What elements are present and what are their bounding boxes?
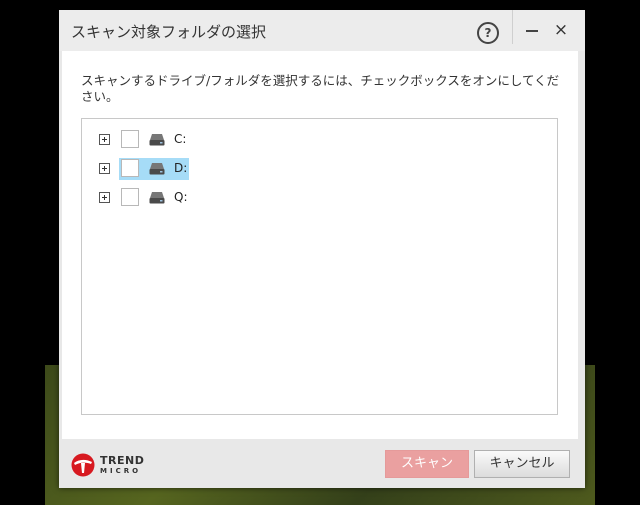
scan-button[interactable]: スキャン bbox=[385, 450, 469, 478]
question-icon: ? bbox=[484, 26, 492, 40]
drive-checkbox-c[interactable] bbox=[121, 130, 139, 148]
expand-icon[interactable] bbox=[99, 134, 110, 145]
drive-checkbox-d[interactable] bbox=[121, 159, 139, 177]
minimize-button[interactable] bbox=[526, 30, 538, 32]
hard-drive-icon bbox=[149, 192, 165, 204]
trend-micro-logo-icon bbox=[71, 453, 95, 477]
hard-drive-icon bbox=[149, 134, 165, 146]
drive-checkbox-q[interactable] bbox=[121, 188, 139, 206]
tree-row-c[interactable]: C: bbox=[82, 129, 557, 151]
logo-line2: MICRO bbox=[100, 467, 142, 475]
close-button[interactable]: × bbox=[551, 20, 571, 40]
logo-text: TREND MICRO bbox=[100, 455, 144, 477]
title-bar[interactable]: スキャン対象フォルダの選択 ? × bbox=[59, 10, 585, 51]
tree-row-d[interactable]: D: bbox=[82, 158, 557, 180]
expand-icon[interactable] bbox=[99, 192, 110, 203]
drive-tree[interactable]: C: D: Q: bbox=[81, 118, 558, 415]
tree-row-q[interactable]: Q: bbox=[82, 187, 557, 209]
hard-drive-icon bbox=[149, 163, 165, 175]
instruction-text: スキャンするドライブ/フォルダを選択するには、チェックボックスをオンにしてくださ… bbox=[81, 73, 560, 104]
drive-label: D: bbox=[174, 161, 188, 175]
expand-icon[interactable] bbox=[99, 163, 110, 174]
close-icon: × bbox=[553, 20, 569, 40]
cancel-button[interactable]: キャンセル bbox=[474, 450, 570, 478]
trend-micro-logo: TREND MICRO bbox=[71, 453, 151, 477]
drive-label: Q: bbox=[174, 190, 188, 204]
folder-select-dialog: スキャン対象フォルダの選択 ? × スキャンするドライブ/フォルダを選択するには… bbox=[59, 10, 585, 488]
help-button[interactable]: ? bbox=[477, 22, 499, 44]
drive-label: C: bbox=[174, 132, 187, 146]
dialog-title: スキャン対象フォルダの選択 bbox=[71, 23, 267, 41]
titlebar-divider bbox=[512, 10, 513, 44]
content-panel: スキャンするドライブ/フォルダを選択するには、チェックボックスをオンにしてくださ… bbox=[62, 51, 578, 439]
